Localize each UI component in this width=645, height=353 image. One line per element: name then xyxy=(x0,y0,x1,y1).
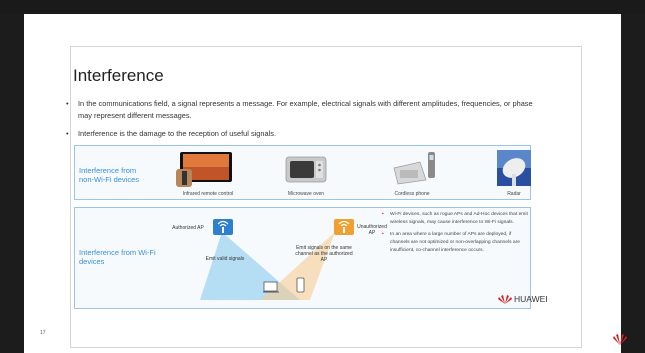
huawei-logo: HUAWEI xyxy=(498,294,548,305)
tv-remote-caption: Infrared remote control xyxy=(182,191,234,197)
emit-valid-label: Emit valid signals xyxy=(205,256,245,262)
wifi-label: Interference from Wi-Fi devices xyxy=(79,248,156,266)
authorized-ap-label: Authorized AP xyxy=(172,225,204,231)
brand-text: HUAWEI xyxy=(514,294,548,304)
bullet-1: • In the communications field, a signal r… xyxy=(66,99,533,120)
authorized-ap-icon xyxy=(212,218,234,236)
phone-icon xyxy=(296,277,305,293)
microwave-icon xyxy=(285,155,327,183)
non-wifi-label: Interference from non-Wi-Fi devices xyxy=(79,166,140,184)
microwave-caption: Microwave oven xyxy=(287,191,325,197)
bullet-1-text: In the communications field, a signal re… xyxy=(78,99,533,120)
wifi-notes: • Wi-Fi devices, such as rogue APs and Ad… xyxy=(382,211,530,259)
page-number: 17 xyxy=(40,330,46,336)
top-bar xyxy=(0,0,645,14)
wifi-note-2: • In an area where a large number of APs … xyxy=(382,232,520,254)
wifi-note-1: • Wi-Fi devices, such as rogue APs and Ad… xyxy=(382,212,528,226)
bullet-2: • Interference is the damage to the recep… xyxy=(66,129,277,138)
page-title: Interference xyxy=(73,66,164,85)
radar-caption: Radar xyxy=(507,191,521,197)
wifi-note-2-text: In an area where a large number of APs a… xyxy=(390,232,520,254)
unauthorized-ap-icon xyxy=(333,218,355,236)
laptop-icon xyxy=(262,280,280,294)
cordless-phone-caption: Cordless phone xyxy=(394,191,430,197)
emit-same-channel-label: Emit signals on the same channel as the … xyxy=(295,245,353,263)
cordless-phone-icon xyxy=(390,150,440,186)
bullet-2-text: Interference is the damage to the recept… xyxy=(78,129,277,138)
huawei-flower-icon xyxy=(498,295,512,305)
corner-huawei-icon xyxy=(613,334,627,345)
radar-icon xyxy=(497,150,531,186)
tv-remote-icon xyxy=(176,151,234,187)
wifi-note-1-text: Wi-Fi devices, such as rogue APs and Ad-… xyxy=(390,212,528,226)
